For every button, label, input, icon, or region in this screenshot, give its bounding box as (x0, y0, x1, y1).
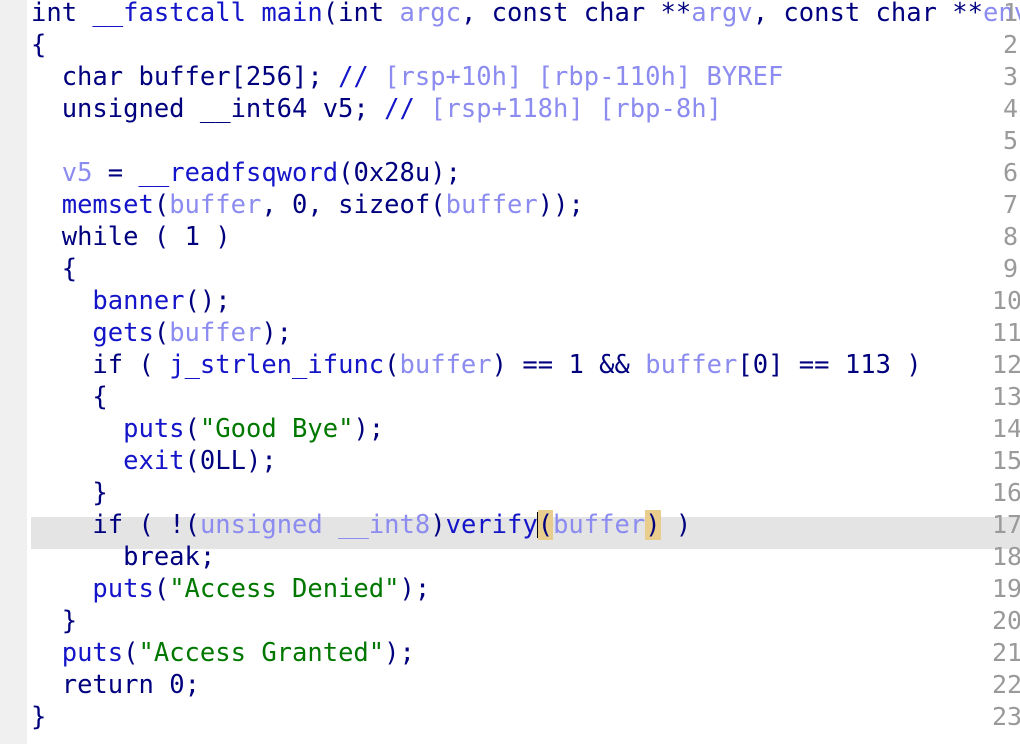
line-number: 20 (992, 606, 1020, 635)
line-number: 22 (992, 670, 1020, 699)
line-number: 4 (1002, 94, 1018, 123)
code-line[interactable]: unsigned __int64 v5; // [rsp+118h] [rbp-… (31, 93, 722, 125)
code-line[interactable]: gets(buffer); (31, 317, 292, 349)
line-number: 11 (992, 318, 1020, 347)
line-number: 13 (992, 382, 1020, 411)
line-number: 17 (992, 510, 1020, 539)
code-line[interactable]: { (31, 29, 46, 61)
code-line[interactable]: } (31, 701, 46, 733)
line-number-gutter[interactable] (0, 0, 27, 744)
line-number: 14 (992, 414, 1020, 443)
code-line[interactable]: { (31, 381, 107, 413)
matched-paren-open: ( (537, 510, 554, 540)
code-line[interactable]: int __fastcall main(int argc, const char… (31, 0, 1020, 29)
code-line[interactable]: banner(); (31, 285, 230, 317)
code-line[interactable]: { (31, 253, 77, 285)
gutter-separator (27, 0, 31, 744)
code-line[interactable]: exit(0LL); (31, 445, 277, 477)
code-line[interactable]: return 0; (31, 669, 200, 701)
code-line-current[interactable]: if ( !(unsigned __int8)verify(buffer) ) (31, 509, 691, 541)
line-number: 3 (1002, 62, 1018, 91)
code-line[interactable]: } (31, 477, 107, 509)
code-line[interactable]: v5 = __readfsqword(0x28u); (31, 157, 461, 189)
code-line[interactable]: if ( j_strlen_ifunc(buffer) == 1 && buff… (31, 349, 921, 381)
line-number: 8 (1002, 222, 1018, 251)
line-number: 6 (1002, 158, 1018, 187)
matched-paren-close: ) (645, 510, 661, 540)
line-number: 2 (1002, 30, 1018, 59)
code-line[interactable]: puts("Access Granted"); (31, 637, 415, 669)
line-number: 1 (1002, 0, 1018, 27)
code-canvas[interactable]: int __fastcall main(int argc, const char… (0, 0, 1020, 744)
code-line[interactable]: puts("Good Bye"); (31, 413, 384, 445)
code-line[interactable]: } (31, 605, 77, 637)
line-number: 16 (992, 478, 1020, 507)
code-line[interactable]: memset(buffer, 0, sizeof(buffer)); (31, 189, 584, 221)
line-number: 9 (1002, 254, 1018, 283)
code-line[interactable]: char buffer[256]; // [rsp+10h] [rbp-110h… (31, 61, 784, 93)
pseudocode-editor[interactable]: 1 2 3 4 5 6 7 8 9 10 11 12 13 14 15 16 1… (0, 0, 1020, 744)
line-number: 21 (992, 638, 1020, 667)
line-number: 18 (992, 542, 1020, 571)
code-line-blank[interactable] (31, 125, 46, 157)
code-line[interactable]: while ( 1 ) (31, 221, 231, 253)
line-number: 10 (992, 286, 1020, 315)
line-number: 15 (992, 446, 1020, 475)
code-line[interactable]: puts("Access Denied"); (31, 573, 430, 605)
line-number: 23 (992, 702, 1020, 731)
code-line[interactable]: break; (31, 541, 215, 573)
line-number: 19 (992, 574, 1020, 603)
line-number: 5 (1002, 126, 1018, 155)
line-number: 7 (1002, 190, 1018, 219)
line-number: 12 (992, 350, 1020, 379)
